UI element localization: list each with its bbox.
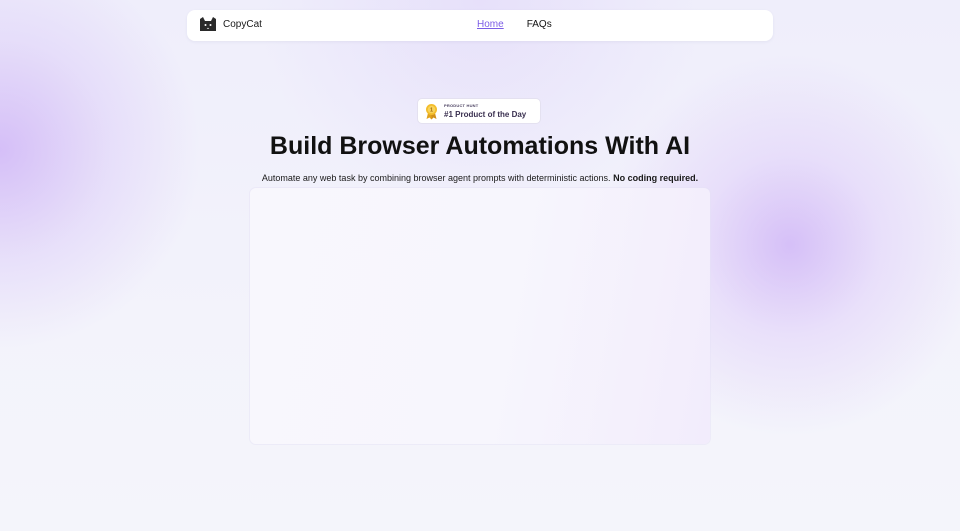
- hero-subtitle: Automate any web task by combining brows…: [0, 172, 960, 184]
- product-hunt-badge[interactable]: 1 PRODUCT HUNT #1 Product of the Day: [417, 98, 541, 124]
- nav-link-faqs[interactable]: FAQs: [527, 19, 552, 30]
- brand-name: CopyCat: [223, 18, 262, 30]
- hero-subtitle-bold: No coding required.: [613, 173, 699, 183]
- navbar: CopyCat Home FAQs: [187, 10, 773, 41]
- demo-video-frame[interactable]: [250, 188, 710, 444]
- nav-link-home[interactable]: Home: [477, 19, 504, 30]
- medal-icon: 1: [425, 103, 438, 125]
- brand-logo[interactable]: CopyCat: [199, 17, 262, 31]
- nav-links: Home FAQs: [477, 19, 552, 30]
- badge-title: #1 Product of the Day: [444, 110, 527, 119]
- hero-subtitle-text: Automate any web task by combining brows…: [261, 173, 611, 183]
- badge-source-label: PRODUCT HUNT: [444, 103, 479, 108]
- cat-icon: [199, 17, 217, 31]
- svg-text:1: 1: [430, 108, 433, 114]
- hero-title: Build Browser Automations With AI: [269, 132, 691, 160]
